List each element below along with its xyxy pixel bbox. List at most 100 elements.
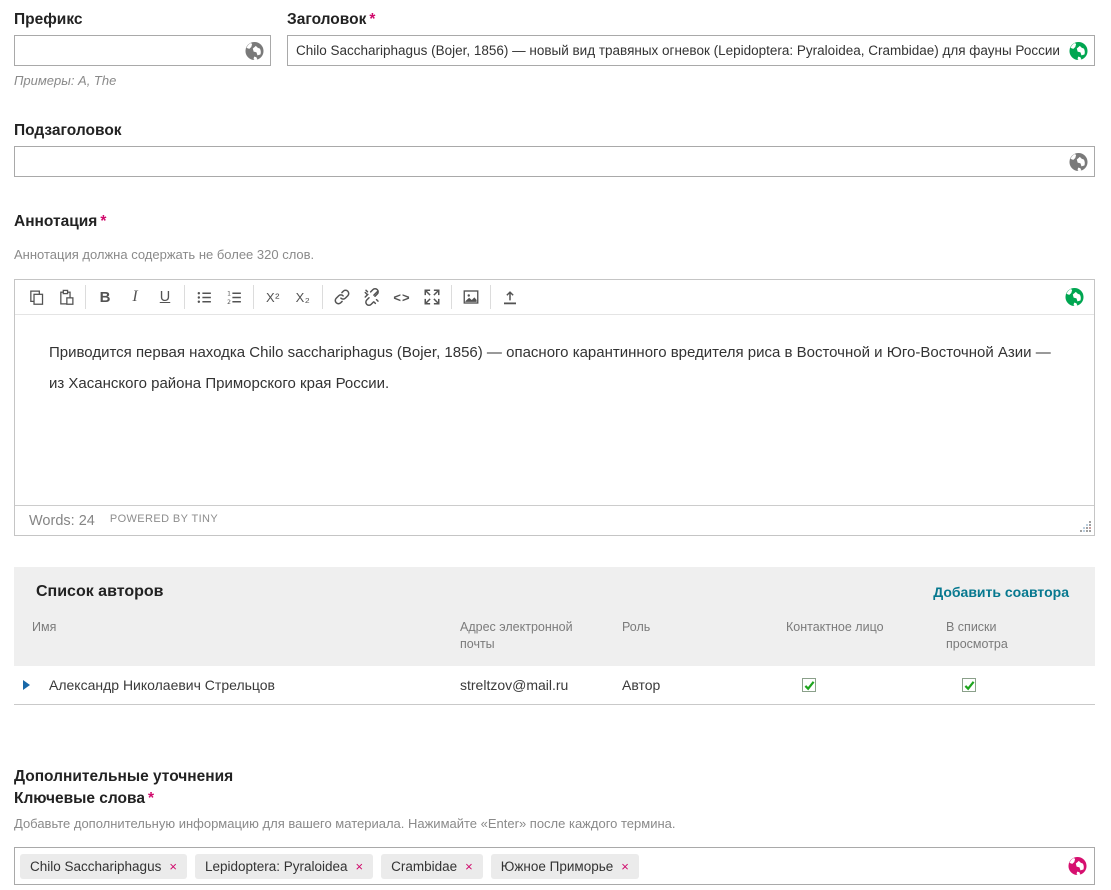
link-icon [333, 288, 351, 306]
keyword-tag: Lepidoptera: Pyraloidea × [195, 854, 373, 879]
abstract-label: Аннотация* [14, 212, 1095, 232]
abstract-field-group: Аннотация* Аннотация должна содержать не… [14, 212, 1095, 536]
svg-text:2: 2 [227, 298, 231, 305]
check-icon [964, 680, 975, 691]
author-name: Александр Николаевич Стрельцов [49, 677, 275, 693]
unlink-icon [363, 288, 381, 306]
copy-button[interactable] [21, 284, 51, 310]
numbered-list-button[interactable]: 12 [219, 284, 249, 310]
toolbar-separator [85, 285, 86, 309]
submission-metadata-form: Префикс Примеры: A, The Заголовок* Подза… [0, 0, 1111, 885]
title-input[interactable] [287, 35, 1095, 66]
keyword-tag: Южное Приморье × [491, 854, 639, 879]
abstract-locale-globe-icon[interactable] [1065, 288, 1084, 307]
column-header-browse-lists: В списки просмотра [946, 619, 1095, 653]
bold-icon: B [100, 289, 111, 306]
upload-icon [501, 288, 519, 306]
image-icon [462, 288, 480, 306]
italic-button[interactable]: I [120, 284, 150, 310]
abstract-editor-area[interactable]: Приводится первая находка Chilo sacchari… [15, 315, 1094, 505]
abstract-hint: Аннотация должна содержать не более 320 … [14, 247, 1095, 262]
toolbar-separator [322, 285, 323, 309]
insert-link-button[interactable] [327, 284, 357, 310]
keyword-tag: Chilo Sacchariphagus × [20, 854, 187, 879]
fullscreen-icon [423, 288, 441, 306]
prefix-title-row: Префикс Примеры: A, The Заголовок* [14, 10, 1095, 88]
required-asterisk: * [148, 790, 154, 807]
title-field-group: Заголовок* [287, 10, 1095, 88]
column-header-name: Имя [32, 619, 460, 653]
keyword-tag-label: Lepidoptera: Pyraloidea [205, 859, 348, 874]
toolbar-separator [184, 285, 185, 309]
subtitle-field-group: Подзаголовок [14, 121, 1095, 177]
bullet-list-icon [196, 289, 213, 306]
prefix-input[interactable] [14, 35, 271, 66]
numbered-list-icon: 12 [226, 289, 243, 306]
copy-icon [28, 289, 45, 306]
paste-icon [58, 289, 75, 306]
keyword-tag-label: Chilo Sacchariphagus [30, 859, 161, 874]
column-header-role: Роль [622, 619, 786, 653]
subtitle-input[interactable] [14, 146, 1095, 177]
bold-button[interactable]: B [90, 284, 120, 310]
required-asterisk: * [100, 213, 106, 230]
required-asterisk: * [369, 11, 375, 28]
title-label: Заголовок* [287, 10, 1095, 30]
keywords-label: Ключевые слова* [14, 789, 1095, 809]
source-code-icon: <> [393, 290, 410, 305]
remove-tag-icon[interactable]: × [621, 860, 629, 873]
italic-icon: I [132, 288, 137, 306]
expand-row-icon[interactable] [23, 680, 33, 690]
browse-lists-checkbox[interactable] [962, 678, 976, 692]
add-coauthor-link[interactable]: Добавить соавтора [933, 584, 1069, 600]
superscript-icon: X² [266, 290, 280, 305]
remove-tag-icon[interactable]: × [465, 860, 473, 873]
editor-toolbar: B I U 12 X² X₂ <> [15, 280, 1094, 315]
title-locale-globe-icon[interactable] [1069, 41, 1088, 60]
column-header-contact: Контактное лицо [786, 619, 946, 653]
contact-person-checkbox[interactable] [802, 678, 816, 692]
underline-button[interactable]: U [150, 284, 180, 310]
keyword-tag-label: Crambidae [391, 859, 457, 874]
toolbar-separator [451, 285, 452, 309]
author-row: Александр Николаевич Стрельцов streltzov… [14, 666, 1095, 705]
keywords-tag-input[interactable]: Chilo Sacchariphagus × Lepidoptera: Pyra… [14, 847, 1095, 885]
column-header-email: Адрес электронной почты [460, 619, 622, 653]
remove-link-button[interactable] [357, 284, 387, 310]
section-title: Дополнительные уточнения [14, 768, 1095, 786]
keyword-tag-label: Южное Приморье [501, 859, 613, 874]
author-role: Автор [622, 677, 786, 693]
powered-by-tiny: POWERED BY TINY [110, 513, 218, 525]
remove-tag-icon[interactable]: × [356, 860, 364, 873]
keywords-hint: Добавьте дополнительную информацию для в… [14, 816, 1095, 831]
editor-statusbar: Words: 24 POWERED BY TINY [15, 505, 1094, 535]
prefix-locale-globe-icon[interactable] [245, 41, 264, 60]
underline-icon: U [160, 289, 170, 305]
insert-image-button[interactable] [456, 284, 486, 310]
subtitle-locale-globe-icon[interactable] [1069, 152, 1088, 171]
prefix-field-group: Префикс Примеры: A, The [14, 10, 271, 88]
subscript-icon: X₂ [296, 290, 311, 305]
additional-refinements-section: Дополнительные уточнения Ключевые слова*… [14, 768, 1095, 885]
superscript-button[interactable]: X² [258, 284, 288, 310]
fullscreen-button[interactable] [417, 284, 447, 310]
rich-text-editor: B I U 12 X² X₂ <> [14, 279, 1095, 536]
remove-tag-icon[interactable]: × [169, 860, 177, 873]
keywords-locale-globe-icon[interactable] [1068, 857, 1087, 876]
svg-text:1: 1 [227, 290, 231, 297]
check-icon [804, 680, 815, 691]
prefix-label: Префикс [14, 10, 271, 30]
authors-table-header: Имя Адрес электронной почты Роль Контакт… [14, 603, 1095, 666]
keyword-tag: Crambidae × [381, 854, 483, 879]
bullet-list-button[interactable] [189, 284, 219, 310]
authors-panel: Список авторов Добавить соавтора Имя Адр… [14, 567, 1095, 705]
paste-button[interactable] [51, 284, 81, 310]
word-count: Words: 24 [29, 513, 95, 529]
upload-image-button[interactable] [495, 284, 525, 310]
abstract-text: Приводится первая находка Chilo sacchari… [49, 337, 1059, 399]
subtitle-label: Подзаголовок [14, 121, 1095, 141]
editor-resize-handle[interactable] [1079, 520, 1092, 533]
subscript-button[interactable]: X₂ [288, 284, 318, 310]
source-code-button[interactable]: <> [387, 284, 417, 310]
author-email: streltzov@mail.ru [460, 677, 622, 693]
